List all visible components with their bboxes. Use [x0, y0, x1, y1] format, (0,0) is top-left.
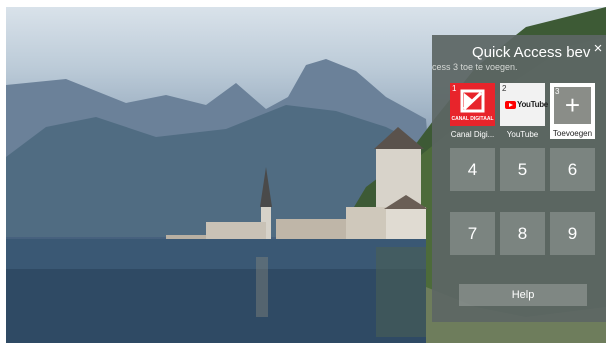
panel-title: Quick Access bev: [472, 44, 591, 61]
panel-subtitle: cess 3 toe te voegen.: [432, 62, 518, 72]
slot-number: 1: [452, 84, 457, 93]
youtube-logo-text: YouTube: [517, 100, 548, 109]
tv-screen: Quick Access bev × cess 3 toe te voegen.…: [6, 7, 606, 343]
youtube-logo: YouTube: [500, 83, 548, 126]
canal-logo-text: CANAL DIGITAAL: [451, 116, 494, 122]
close-icon[interactable]: ×: [590, 41, 606, 57]
slot-number: 2: [502, 84, 507, 93]
slot-6-tile[interactable]: 6: [550, 148, 595, 191]
slot-5-tile[interactable]: 5: [500, 148, 545, 191]
youtube-play-triangle-icon: [509, 103, 513, 107]
slot-7-tile[interactable]: 7: [450, 212, 495, 255]
app-label: YouTube: [506, 130, 539, 139]
slot-8-tile[interactable]: 8: [500, 212, 545, 255]
plus-icon: +: [554, 87, 591, 124]
quick-access-app-canal-digitaal[interactable]: CANAL DIGITAAL 1 Canal Digi...: [450, 83, 495, 139]
canal-digitaal-logo: CANAL DIGITAAL: [450, 83, 495, 126]
add-label: Toevoegen: [552, 129, 593, 138]
add-app-tile[interactable]: + 3 Toevoegen: [550, 83, 595, 139]
quick-access-panel: Quick Access bev × cess 3 toe te voegen.…: [432, 35, 606, 322]
app-label: Canal Digi...: [450, 130, 495, 139]
slot-4-tile[interactable]: 4: [450, 148, 495, 191]
help-button[interactable]: Help: [459, 284, 587, 306]
quick-access-app-youtube[interactable]: YouTube 2 YouTube: [500, 83, 548, 139]
slot-number: 3: [555, 87, 560, 96]
slot-9-tile[interactable]: 9: [550, 212, 595, 255]
